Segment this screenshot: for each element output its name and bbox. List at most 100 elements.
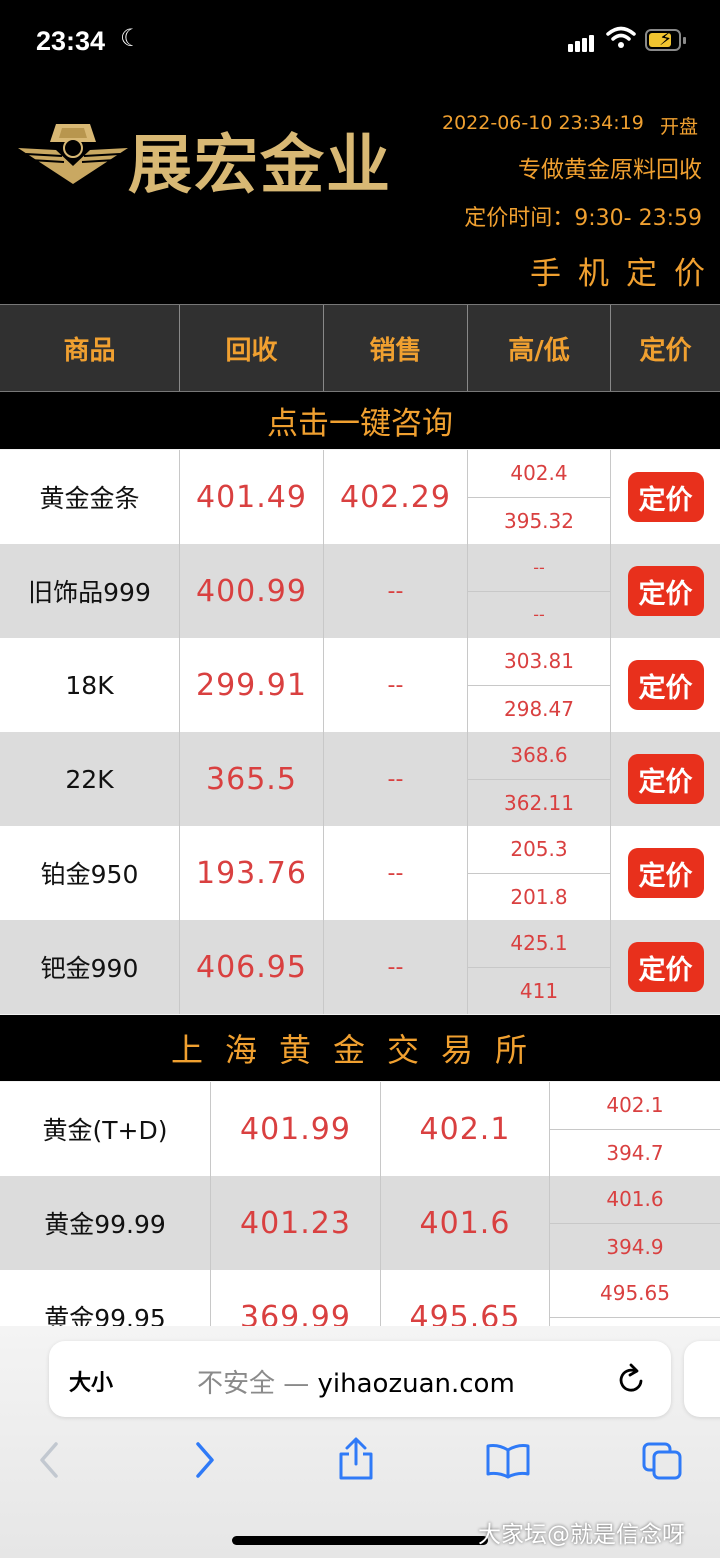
high-low-cell: 368.6 362.11 <box>468 732 611 826</box>
status-bar: 23:34 ☾ ⚡ <box>0 0 720 82</box>
sell-price: -- <box>324 920 468 1014</box>
pricing-button[interactable]: 定价 <box>627 754 704 804</box>
pricing-cell: 定价 <box>611 826 720 920</box>
sell-price: -- <box>324 826 468 920</box>
col-sell: 销售 <box>324 305 468 391</box>
product-row: 18K 299.91 -- 303.81 298.47 定价 <box>0 638 720 732</box>
product-name: 黄金金条 <box>0 450 180 544</box>
high-price: 205.3 <box>468 826 610 874</box>
sge-high-price: 402.1 <box>550 1082 720 1130</box>
col-buyback: 回收 <box>180 305 324 391</box>
high-low-cell: 303.81 298.47 <box>468 638 611 732</box>
next-tab-preview[interactable] <box>684 1341 720 1417</box>
high-price: 303.81 <box>468 638 610 686</box>
high-low-cell: -- -- <box>468 544 611 638</box>
wifi-icon <box>606 26 636 48</box>
phone-pricing-link[interactable]: 手机定价 <box>530 248 720 293</box>
low-price: -- <box>533 605 545 625</box>
col-product: 商品 <box>0 305 180 391</box>
product-row: 钯金990 406.95 -- 425.1 411 定价 <box>0 920 720 1014</box>
pricing-button[interactable]: 定价 <box>627 848 704 898</box>
pricing-button[interactable]: 定价 <box>627 472 704 522</box>
sge-buy-price: 401.23 <box>211 1176 381 1270</box>
sge-sell-price: 401.6 <box>381 1176 550 1270</box>
pricing-cell: 定价 <box>611 638 720 732</box>
product-row: 22K 365.5 -- 368.6 362.11 定价 <box>0 732 720 826</box>
high-price: 425.1 <box>468 920 610 968</box>
pricing-cell: 定价 <box>611 920 720 1014</box>
product-name: 18K <box>0 638 180 732</box>
market-state: 开盘 <box>660 116 699 138</box>
high-price: 402.4 <box>468 450 610 498</box>
bookmarks-icon[interactable] <box>484 1442 532 1480</box>
reload-icon[interactable] <box>617 1361 647 1395</box>
header-slogan: 专做黄金原料回收 <box>518 157 702 183</box>
sge-sell-price: 402.1 <box>381 1082 550 1176</box>
pricing-button[interactable]: 定价 <box>627 942 704 992</box>
sge-high-price: 495.65 <box>550 1270 720 1318</box>
logo-text: 展宏金业 <box>128 128 392 203</box>
sge-high-low-cell: 402.1 394.7 <box>550 1082 720 1176</box>
low-price: 411 <box>519 978 559 1003</box>
text-size-button[interactable]: 大小 <box>69 1365 113 1397</box>
pricing-button[interactable]: 定价 <box>627 566 704 616</box>
address-bar[interactable]: 大小 不安全 — yihaozuan.com <box>49 1341 671 1417</box>
pricing-cell: 定价 <box>611 732 720 826</box>
insecure-label: 不安全 — <box>197 1369 310 1399</box>
high-price: 368.6 <box>468 732 610 780</box>
tabs-icon[interactable] <box>640 1440 684 1482</box>
product-name: 22K <box>0 732 180 826</box>
col-high-low: 高/低 <box>468 305 611 391</box>
moon-icon: ☾ <box>120 24 142 52</box>
text-size-label: 大小 <box>69 1371 114 1396</box>
sell-price: -- <box>324 638 468 732</box>
high-price: -- <box>468 544 610 592</box>
high-low-cell: 205.3 201.8 <box>468 826 611 920</box>
high-low-cell: 402.4 395.32 <box>468 450 611 544</box>
buyback-price: 406.95 <box>180 920 324 1014</box>
low-price: 298.47 <box>504 696 574 721</box>
forward-icon[interactable] <box>190 1440 218 1480</box>
sge-low-price: 394.9 <box>606 1234 664 1259</box>
product-row: 旧饰品999 400.99 -- -- -- 定价 <box>0 544 720 638</box>
product-row: 黄金金条 401.49 402.29 402.4 395.32 定价 <box>0 450 720 544</box>
low-price: 395.32 <box>504 508 574 533</box>
product-row: 铂金950 193.76 -- 205.3 201.8 定价 <box>0 826 720 920</box>
back-icon[interactable] <box>36 1440 64 1480</box>
product-name: 铂金950 <box>0 826 180 920</box>
table-header: 商品 回收 销售 高/低 定价 <box>0 304 720 392</box>
battery-icon: ⚡ <box>645 28 686 51</box>
sge-high-price: 401.6 <box>550 1176 720 1224</box>
url-text: 不安全 — yihaozuan.com <box>197 1363 515 1400</box>
status-time: 23:34 <box>36 26 106 56</box>
sge-row: 黄金(T+D) 401.99 402.1 402.1 394.7 <box>0 1082 720 1176</box>
sge-buy-price: 401.99 <box>211 1082 381 1176</box>
buyback-price: 401.49 <box>180 450 324 544</box>
share-icon[interactable] <box>336 1436 376 1482</box>
sge-row: 黄金99.99 401.23 401.6 401.6 394.9 <box>0 1176 720 1270</box>
pricing-cell: 定价 <box>611 450 720 544</box>
pricing-button[interactable]: 定价 <box>627 660 704 710</box>
sge-high-low-cell: 401.6 394.9 <box>550 1176 720 1270</box>
sell-price: -- <box>324 544 468 638</box>
pricing-cell: 定价 <box>611 544 720 638</box>
header-datetime: 2022-06-10 23:34:19 <box>442 112 644 134</box>
pricing-hours: 定价时间：9:30- 23:59 <box>464 206 702 231</box>
sell-price: 402.29 <box>324 450 468 544</box>
buyback-price: 193.76 <box>180 826 324 920</box>
low-price: 362.11 <box>504 790 574 815</box>
high-low-cell: 425.1 411 <box>468 920 611 1014</box>
sge-banner: 上海黄金交易所 <box>0 1015 720 1081</box>
low-price: 201.8 <box>510 884 568 909</box>
sge-low-price: 394.7 <box>606 1140 664 1165</box>
product-name: 旧饰品999 <box>0 544 180 638</box>
consult-banner[interactable]: 点击一键咨询 <box>0 392 720 449</box>
cellular-signal-icon <box>568 33 596 52</box>
buyback-price: 400.99 <box>180 544 324 638</box>
sge-product-name: 黄金(T+D) <box>0 1082 211 1176</box>
buyback-price: 365.5 <box>180 732 324 826</box>
home-indicator <box>232 1536 488 1545</box>
sell-price: -- <box>324 732 468 826</box>
sge-product-name: 黄金99.99 <box>0 1176 211 1270</box>
col-pricing: 定价 <box>639 335 692 366</box>
